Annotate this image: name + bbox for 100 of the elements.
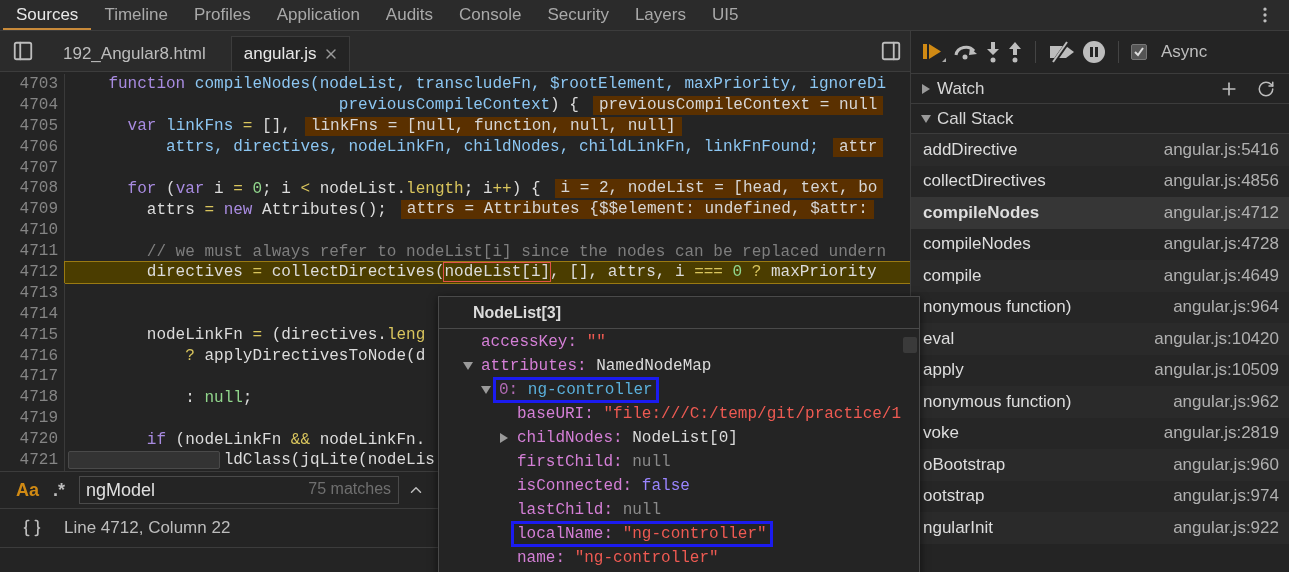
function-name: compile [923, 265, 982, 286]
panel-tab[interactable]: Audits [372, 0, 447, 30]
pause-icon[interactable] [1082, 40, 1106, 64]
call-frame[interactable]: compile angular.js:4649 [911, 260, 1289, 292]
code-line: : null; [185, 388, 253, 407]
popover-title: NodeList[3] [439, 297, 919, 329]
source-location: angular.js:4856 [1163, 171, 1279, 192]
expand-arrow-down-icon[interactable] [463, 361, 473, 371]
code-line: ? applyDirectivesToNode(d [185, 347, 426, 366]
resume-icon[interactable] [921, 41, 947, 63]
line-number: 4708 [0, 178, 65, 200]
line-number: 4714 [0, 303, 65, 325]
file-tab[interactable]: 192_Angular8.html [50, 36, 217, 71]
function-name: ootstrap [923, 486, 985, 507]
call-frame[interactable]: compileNodes angular.js:4712 [911, 197, 1289, 229]
file-tab[interactable]: angular.js [230, 36, 350, 71]
line-number: 4716 [0, 345, 65, 367]
match-case-toggle[interactable]: Aa [16, 479, 39, 501]
property-text: lastChild: null [516, 500, 663, 520]
inline-value: attr [832, 137, 884, 157]
step-into-icon[interactable] [985, 41, 1001, 63]
panel-tab[interactable]: Profiles [181, 0, 264, 30]
section-title[interactable]: Watch [937, 78, 985, 99]
panel-tab[interactable]: UI5 [698, 0, 752, 30]
property-text: name: "ng-controller" [516, 548, 720, 568]
line-number: 4704 [0, 94, 65, 116]
function-name: apply [923, 360, 964, 381]
source-location: angular.js:5416 [1163, 139, 1279, 160]
line-number: 4705 [0, 115, 65, 137]
code-line: ldClass(jqLite(nodeLis [223, 451, 435, 470]
line-number: 4707 [0, 157, 65, 179]
line-number: 4721 [0, 450, 65, 471]
function-name: nonymous function) [923, 297, 1072, 318]
line-number: 4719 [0, 408, 65, 430]
expand-arrow-right-icon[interactable] [921, 83, 931, 94]
source-location: angular.js:922 [1173, 517, 1279, 538]
function-name: voke [923, 423, 959, 444]
function-name: compileNodes [923, 202, 1040, 223]
panel-tab[interactable]: Timeline [91, 0, 181, 30]
scrollbar-thumb[interactable] [68, 451, 220, 469]
line-number: 4715 [0, 324, 65, 346]
function-name: oBootstrap [923, 454, 1006, 475]
code-line: for (var i = 0; i < nodeList.length; i++) { [127, 179, 541, 198]
line-number: 4703 [0, 73, 65, 95]
line-number: 4720 [0, 429, 65, 451]
line-number: 4710 [0, 220, 65, 242]
source-location: angular.js:10420 [1154, 328, 1279, 349]
match-count: 75 matches [308, 480, 392, 498]
code-line: previousCompileContext) { [338, 96, 579, 115]
cursor-position: Line 4712, Column 22 [64, 518, 231, 538]
source-location: angular.js:4649 [1163, 265, 1279, 286]
panel-tab[interactable]: Sources [3, 0, 92, 30]
source-location: angular.js:974 [1173, 486, 1279, 507]
section-title[interactable]: Call Stack [937, 108, 1014, 129]
source-location: angular.js:962 [1173, 391, 1279, 412]
function-name: ngularInit [923, 517, 993, 538]
expand-arrow-right-icon[interactable] [499, 433, 509, 443]
source-location: angular.js:960 [1173, 454, 1279, 475]
source-location: angular.js:10509 [1154, 360, 1279, 381]
code-line: attrs, directives, nodeLinkFn, childNodes, childLinkFn, linkFnFound; [166, 138, 819, 157]
panel-tab[interactable]: Security [534, 0, 622, 30]
property-text: localName: "ng-controller" [514, 524, 770, 544]
source-location: angular.js:4728 [1163, 234, 1279, 255]
function-name: collectDirectives [923, 171, 1046, 192]
property-text: accessKey: "" [480, 332, 607, 352]
expand-arrow-down-icon[interactable] [921, 113, 931, 124]
property-text: isConnected: false [516, 476, 691, 496]
source-location: angular.js:4712 [1163, 202, 1279, 223]
async-label: Async [1161, 42, 1208, 62]
line-number: 4717 [0, 366, 65, 388]
expand-arrow-down-icon[interactable] [481, 385, 491, 395]
property-text: attributes: NamedNodeMap [480, 356, 713, 376]
inline-value: attrs = Attributes {$$element: undefined, $attr: [400, 200, 874, 220]
panel-tab[interactable]: Layers [621, 0, 699, 30]
step-out-icon[interactable] [1007, 41, 1023, 63]
inline-value: linkFns = [null, function, null, null] [304, 116, 682, 136]
code-line: attrs = new Attributes(); [146, 200, 387, 219]
source-location: angular.js:964 [1173, 297, 1279, 318]
property-text: 0: ng-controller [496, 380, 656, 400]
code-line: function compileNodes(nodeList, transcludeFn, $rootElement, maxPriority, ignoreDi [108, 75, 887, 94]
panel-tab[interactable]: Application [263, 0, 373, 30]
function-name: nonymous function) [923, 391, 1072, 412]
inline-value: i = 2, nodeList = [head, text, bo [554, 179, 884, 199]
line-number: 4713 [0, 282, 65, 304]
function-name: compileNodes [923, 234, 1031, 255]
line-number: 4709 [0, 199, 65, 221]
async-checkbox[interactable] [1131, 44, 1147, 60]
panel-tab[interactable]: Console [446, 0, 535, 30]
line-number: 4718 [0, 387, 65, 409]
code-line: directives = collectDirectives(nodeList[i], [], attrs, i === 0 ? maxPriority [146, 263, 877, 282]
function-name: addDirective [923, 139, 1018, 160]
code-line: if (nodeLinkFn && nodeLinkFn. [146, 430, 426, 449]
line-number: 4706 [0, 136, 65, 158]
inline-value: previousCompileContext = null [592, 95, 884, 115]
property-text: firstChild: null [516, 452, 672, 472]
property-text: baseURI: "file:///C:/temp/git/practice/1 [516, 404, 903, 424]
regex-toggle[interactable]: .* [53, 479, 66, 501]
property-text: childNodes: NodeList[0] [516, 428, 739, 448]
call-frame[interactable]: addDirective angular.js:5416 [911, 134, 1289, 166]
deactivate-breakpoints-icon[interactable] [1048, 41, 1076, 63]
